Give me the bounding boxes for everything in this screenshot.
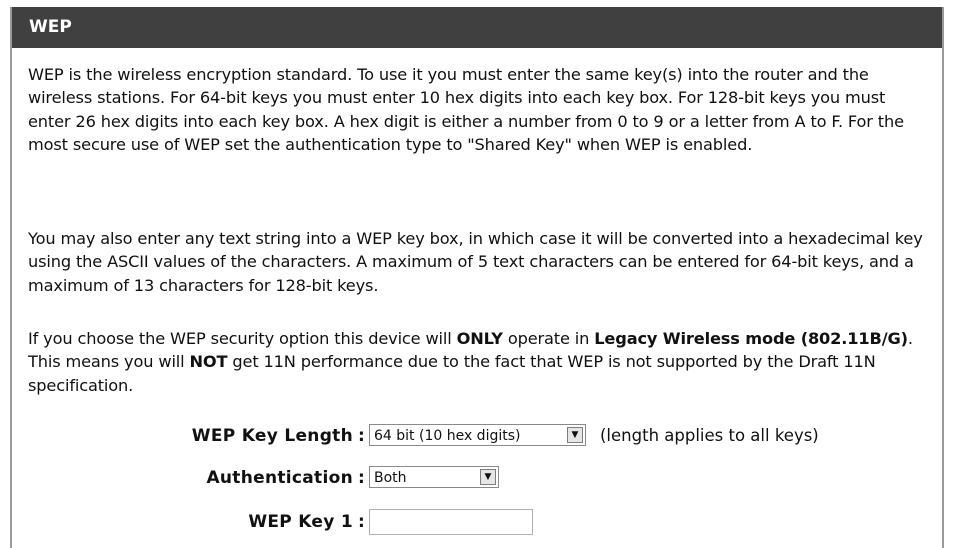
chevron-down-icon[interactable]: ▼ — [567, 427, 583, 443]
wep-key-length-label: WEP Key Length — [191, 426, 353, 446]
length-note: (length applies to all keys) — [600, 426, 819, 445]
wep-panel: WEP WEP is the wireless encryption stand… — [10, 7, 944, 548]
warning-bold-not: NOT — [189, 352, 228, 372]
wep-key-length-value: 64 bit (10 hex digits) — [374, 428, 521, 444]
description-paragraph-1: WEP is the wireless encryption standard.… — [28, 65, 904, 154]
colon: : — [358, 426, 365, 446]
colon: : — [358, 512, 365, 532]
wep-key-1-label: WEP Key 1 — [248, 512, 353, 532]
warning-bold-only: ONLY — [456, 329, 503, 348]
wep-key-length-select[interactable]: 64 bit (10 hex digits) ▼ — [369, 424, 586, 446]
chevron-down-icon[interactable]: ▼ — [480, 469, 496, 485]
legacy-mode-warning: If you choose the WEP security option th… — [28, 327, 932, 397]
authentication-row: Authentication : Both ▼ — [12, 463, 942, 493]
authentication-label: Authentication — [206, 468, 353, 488]
wep-key-length-row: WEP Key Length : 64 bit (10 hex digits) … — [12, 421, 942, 451]
authentication-select[interactable]: Both ▼ — [369, 466, 499, 488]
description-paragraph-2: You may also enter any text string into … — [28, 229, 923, 295]
authentication-value: Both — [374, 470, 407, 486]
warning-text-1: If you choose the WEP security option th… — [28, 329, 457, 348]
colon: : — [358, 468, 365, 488]
wep-key-1-row: WEP Key 1 : — [12, 507, 942, 537]
warning-bold-legacy-mode: Legacy Wireless mode (802.11B/G) — [594, 329, 908, 348]
section-title: WEP — [12, 7, 942, 48]
wep-key-1-input[interactable] — [369, 509, 533, 535]
warning-text-2: operate in — [502, 329, 595, 348]
